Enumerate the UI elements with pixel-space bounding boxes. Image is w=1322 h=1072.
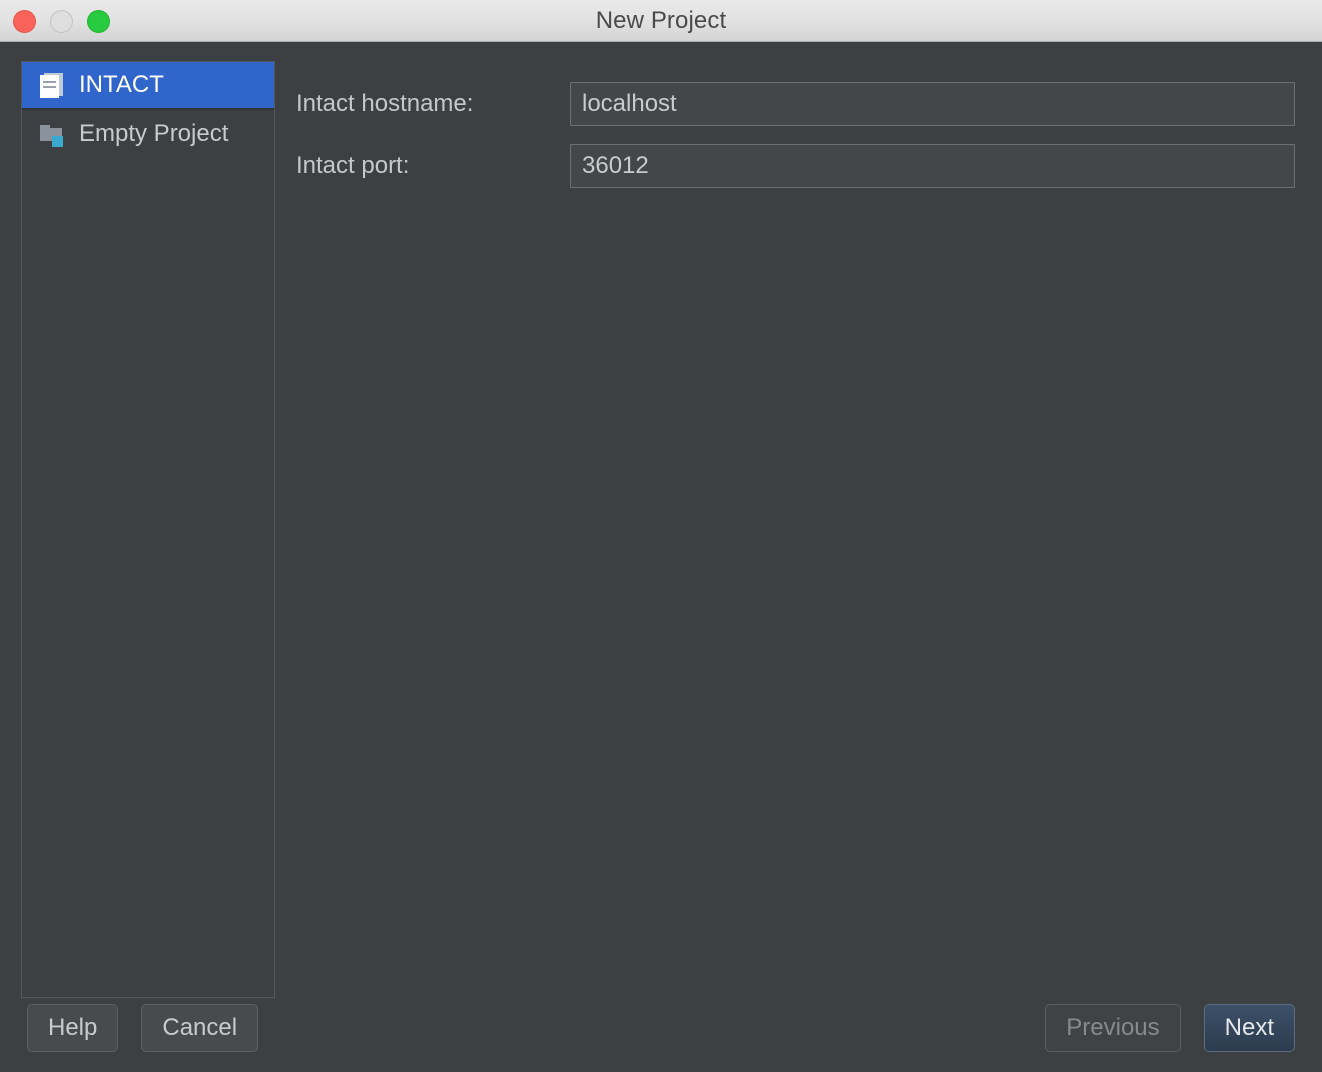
minimize-window-button[interactable] [50,9,73,33]
form-row: Intact port: [296,144,1295,188]
sidebar-item-label: Empty Project [79,120,229,147]
intact-hostname-input[interactable] [570,82,1295,126]
close-window-button[interactable] [13,9,36,33]
previous-button[interactable]: Previous [1045,1004,1181,1052]
intact-port-label: Intact port: [296,152,410,179]
project-settings-form: Intact hostname: Intact port: [296,82,1295,206]
folder-icon [39,121,65,147]
sidebar-item-label: INTACT [79,71,164,98]
next-button[interactable]: Next [1203,1004,1295,1052]
window-title: New Project [595,6,727,34]
maximize-window-button[interactable] [87,9,110,33]
project-type-list[interactable]: INTACT Empty Project [21,61,275,998]
form-row: Intact hostname: [296,82,1295,126]
intact-port-input[interactable] [570,144,1295,188]
dialog-body: INTACT Empty Project Intact hostname: In… [0,42,1322,1072]
intact-hostname-label: Intact hostname: [296,90,474,117]
document-icon [39,72,65,98]
cancel-button[interactable]: Cancel [141,1004,259,1052]
title-bar: New Project [0,0,1322,42]
dialog-footer: Help Cancel Previous Next [0,1003,1322,1053]
new-project-dialog: New Project INTACT Empty Project Intact … [0,0,1322,1072]
help-button[interactable]: Help [27,1004,119,1052]
sidebar-item-empty-project[interactable]: Empty Project [22,110,274,158]
sidebar-item-intact[interactable]: INTACT [22,62,274,110]
window-controls [13,0,110,42]
